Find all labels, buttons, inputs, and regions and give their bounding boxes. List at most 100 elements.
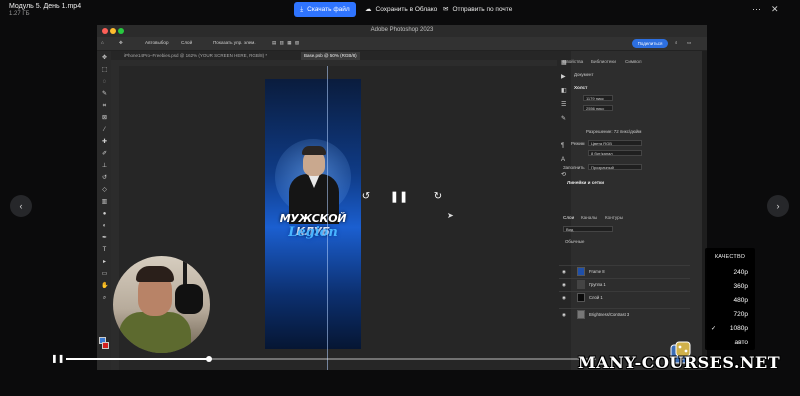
more-options-icon[interactable]: ⋯ <box>752 4 761 15</box>
layer-row: ◉ Слой 1 <box>559 291 690 303</box>
quick-select-icon: ✎ <box>101 91 108 97</box>
layer-name: Группа 1 <box>589 282 606 287</box>
quality-option[interactable]: 480p <box>734 297 748 304</box>
eyedropper-icon: ⁄ <box>103 127 105 133</box>
options-bar: ⌂ ✥ Автовыбор Слой Показать упр. элем. ▤… <box>97 37 707 51</box>
seek-bar[interactable] <box>66 356 596 362</box>
tools-panel: ✥ ⬚ ◌ ✎ ⌗ ⊠ ⁄ ✚ ✐ ⊥ ↺ ◇ ▥ ● ◐ ✒ T ▸ ▭ ✋ … <box>97 51 111 370</box>
download-button[interactable]: ⤓ Скачать файл <box>294 2 356 17</box>
send-email-label: Отправить по почте <box>452 5 513 13</box>
type-tool-icon: T <box>102 247 107 253</box>
top-bar: Модуль 5. День 1.mp4 1.27 ГБ ⤓ Скачать ф… <box>0 0 800 20</box>
check-icon: ✓ <box>711 326 717 332</box>
presenter-hair <box>136 266 174 282</box>
quality-option[interactable]: 360p <box>734 283 748 290</box>
hand-tool-icon: ✋ <box>101 283 109 289</box>
pause-icon[interactable]: ❚❚ <box>51 354 64 363</box>
canvas-heading: Холст <box>574 85 588 90</box>
show-controls-label: Показать упр. элем. <box>213 40 256 45</box>
panel-icons-strip: ▦ ▶ ◧ ☰ ✎ ¶ A ⟲ <box>557 51 571 370</box>
quality-option-selected[interactable]: 1080p <box>730 325 748 332</box>
properties-tab: Свойства <box>563 59 584 64</box>
save-to-cloud-label: Сохранить в Облако <box>375 5 438 13</box>
align-icons: ▤ ▥ ▦ ▧ <box>272 40 301 45</box>
move-tool-icon: ✥ <box>101 55 108 61</box>
paragraph-icon: ¶ <box>561 143 565 149</box>
document-tab: iPhone14Pro–Freebies.psd @ 162% (YOUR SC… <box>124 53 268 58</box>
mode-select: Цвета RGB <box>588 140 642 146</box>
quality-option[interactable]: 240p <box>734 269 748 276</box>
transform-icon: ⟲ <box>561 172 567 178</box>
seek-handle[interactable] <box>206 356 213 362</box>
mic-arm <box>183 256 187 286</box>
phone-artwork: МУЖСКОЙ КЛУБ Legion <box>265 79 361 349</box>
layer-name: Brightness/Contrast 3 <box>589 312 630 317</box>
frame-tool-icon: ⊠ <box>101 115 108 121</box>
pause-icon[interactable]: ❚❚ <box>390 189 408 203</box>
layer-select: Слой <box>181 40 193 45</box>
adjustment-layer-icon <box>577 310 585 319</box>
send-email-button[interactable]: ✉ Отправить по почте <box>443 5 513 14</box>
search-icon: ⌕ <box>675 40 678 45</box>
play-action-icon: ▶ <box>561 74 566 80</box>
shape-tool-icon: ▭ <box>101 271 108 277</box>
character-tab: Символ <box>625 59 642 64</box>
adjust-icon: ◧ <box>561 88 567 94</box>
libraries-tab: Библиотеки <box>591 59 616 64</box>
clone-stamp-icon: ⊥ <box>101 163 108 169</box>
document-tab-active: Base.psb @ 50% (RGB/8) <box>301 52 360 60</box>
download-icon: ⤓ <box>300 5 304 13</box>
watermark-text: MANY-COURSES.NET <box>578 353 781 372</box>
rewind-icon[interactable]: ↺ <box>359 189 373 203</box>
blend-mode-select: Обычные <box>565 239 585 244</box>
fill-select: Прозрачный <box>588 164 642 170</box>
marquee-tool-icon: ⬚ <box>101 67 108 73</box>
previous-arrow-icon[interactable]: ‹ <box>10 195 32 217</box>
blur-tool-icon: ● <box>102 211 107 217</box>
mail-icon: ✉ <box>443 6 449 13</box>
document-tabs: iPhone14Pro–Freebies.psd @ 162% (YOUR SC… <box>111 51 557 60</box>
lasso-tool-icon: ◌ <box>102 79 107 85</box>
path-select-icon: ▸ <box>102 259 106 265</box>
sliders-icon: ☰ <box>561 102 567 108</box>
next-arrow-icon[interactable]: › <box>767 195 789 217</box>
cursor-icon: ➤ <box>447 211 454 220</box>
layer-thumbnail <box>577 293 585 302</box>
paths-tab: Контуры <box>605 215 624 220</box>
crop-tool-icon: ⌗ <box>102 103 107 109</box>
dodge-tool-icon: ◐ <box>102 223 107 229</box>
quality-option[interactable]: авто <box>735 339 748 346</box>
background-color-swatch <box>102 342 109 349</box>
photoshop-title: Adobe Photoshop 2023 <box>370 27 434 33</box>
brush-settings-icon: ✎ <box>561 116 567 122</box>
history-brush-icon: ↺ <box>101 175 108 181</box>
workspace-icon: ▭ <box>687 40 692 45</box>
resolution-text: Разрешение: 72 пикс/дюйм <box>586 129 642 134</box>
glyph-icon: A <box>561 157 566 163</box>
download-label: Скачать файл <box>307 6 350 13</box>
artwork-subtitle: Legion <box>288 225 338 240</box>
forward-icon[interactable]: ↻ <box>431 189 445 203</box>
mode-label: Режим <box>571 141 585 146</box>
rulers-grids-heading: Линейки и сетки <box>567 180 605 185</box>
photoshop-titlebar: Adobe Photoshop 2023 <box>97 25 707 37</box>
canvas-height: 2556 пикс <box>583 105 613 111</box>
close-icon[interactable]: ✕ <box>771 4 779 15</box>
brush-tool-icon: ✐ <box>101 151 108 157</box>
pen-tool-icon: ✒ <box>101 235 108 241</box>
autoselect-label: Автовыбор <box>145 40 169 45</box>
quality-option[interactable]: 720p <box>734 311 748 318</box>
visibility-eye-icon: ◉ <box>562 312 566 317</box>
artwork-person-hair <box>302 146 326 155</box>
guide-line <box>327 66 328 370</box>
layer-name: Слой 1 <box>589 295 603 300</box>
seek-bar-progress <box>66 358 210 360</box>
document-heading: Документ <box>574 72 594 77</box>
healing-brush-icon: ✚ <box>101 139 108 145</box>
channels-tab: Каналы <box>581 215 598 220</box>
save-to-cloud-button[interactable]: ☁ Сохранить в Облако <box>365 5 438 14</box>
right-panels <box>557 51 702 370</box>
microphone <box>175 284 203 314</box>
canvas-width: 1179 пикс <box>583 95 613 101</box>
visibility-eye-icon: ◉ <box>562 269 566 274</box>
